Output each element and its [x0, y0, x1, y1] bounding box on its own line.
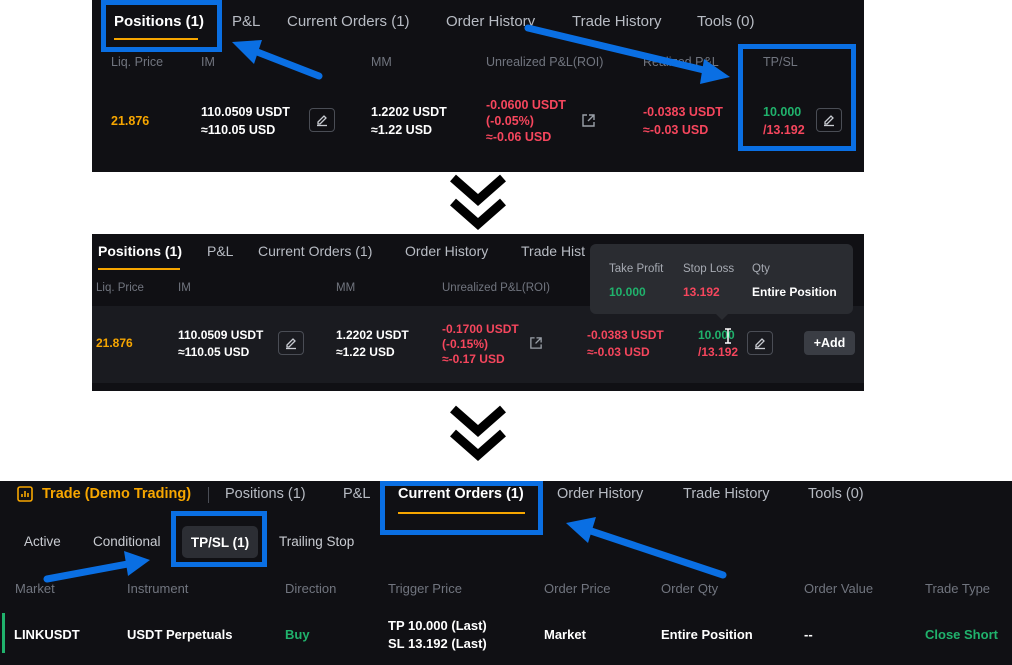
tab-positions[interactable]: Positions (1)	[98, 243, 182, 259]
im-value-usd: ≈110.05 USD	[178, 345, 250, 359]
tooltip-tp-value: 10.000	[609, 285, 646, 299]
annotation-arrows-bottom	[43, 517, 727, 583]
mm-value-usd: ≈1.22 USD	[336, 345, 395, 359]
tooltip-pointer	[716, 314, 728, 320]
upnl-value-usd: ≈-0.17 USD	[442, 352, 505, 366]
tooltip-header-qty: Qty	[752, 263, 770, 275]
cursor-icon	[725, 328, 731, 344]
tab-current-orders[interactable]: Current Orders (1)	[258, 243, 372, 259]
edit-icon	[755, 338, 765, 350]
rpnl-value-usd: ≈-0.03 USD	[587, 345, 650, 359]
add-button[interactable]: +Add	[804, 331, 855, 355]
edit-icon	[286, 338, 296, 350]
tab-pnl[interactable]: P&L	[207, 243, 233, 259]
tooltip-qty-value: Entire Position	[752, 285, 837, 299]
im-value-usdt: 110.0509 USDT	[178, 328, 264, 342]
tooltip-header-take-profit: Take Profit	[609, 263, 664, 275]
tpsl-tooltip: Take Profit Stop Loss Qty 10.000 13.192 …	[590, 244, 853, 314]
header-liq-price: Liq. Price	[96, 282, 144, 294]
liq-price-value: 21.876	[96, 336, 133, 350]
upnl-value-usdt: -0.1700 USDT	[442, 322, 519, 336]
tooltip-sl-value: 13.192	[683, 285, 720, 299]
tooltip-header-stop-loss: Stop Loss	[683, 263, 735, 275]
chevron-down-icon	[450, 174, 506, 230]
annotation-arrows-top	[232, 24, 730, 84]
mm-value-usdt: 1.2202 USDT	[336, 328, 409, 342]
header-unrealized-pnl: Unrealized P&L(ROI)	[442, 282, 551, 294]
upnl-roi: (-0.15%)	[442, 337, 489, 351]
rpnl-value-usdt: -0.0383 USDT	[587, 328, 664, 342]
tpsl-edit-button[interactable]	[747, 331, 773, 355]
tab-active-underline	[98, 268, 180, 270]
sl-value: /13.192	[698, 345, 739, 359]
im-edit-button[interactable]	[278, 331, 304, 355]
add-button-label: +Add	[813, 336, 846, 350]
tab-order-history[interactable]: Order History	[405, 243, 488, 259]
chevron-down-icon	[450, 405, 506, 461]
tab-trade-history[interactable]: Trade Hist	[521, 243, 585, 259]
positions-panel-middle: Positions (1) P&L Current Orders (1) Ord…	[92, 234, 864, 391]
header-im: IM	[178, 282, 191, 294]
header-mm: MM	[336, 282, 356, 294]
share-icon[interactable]	[529, 336, 543, 350]
